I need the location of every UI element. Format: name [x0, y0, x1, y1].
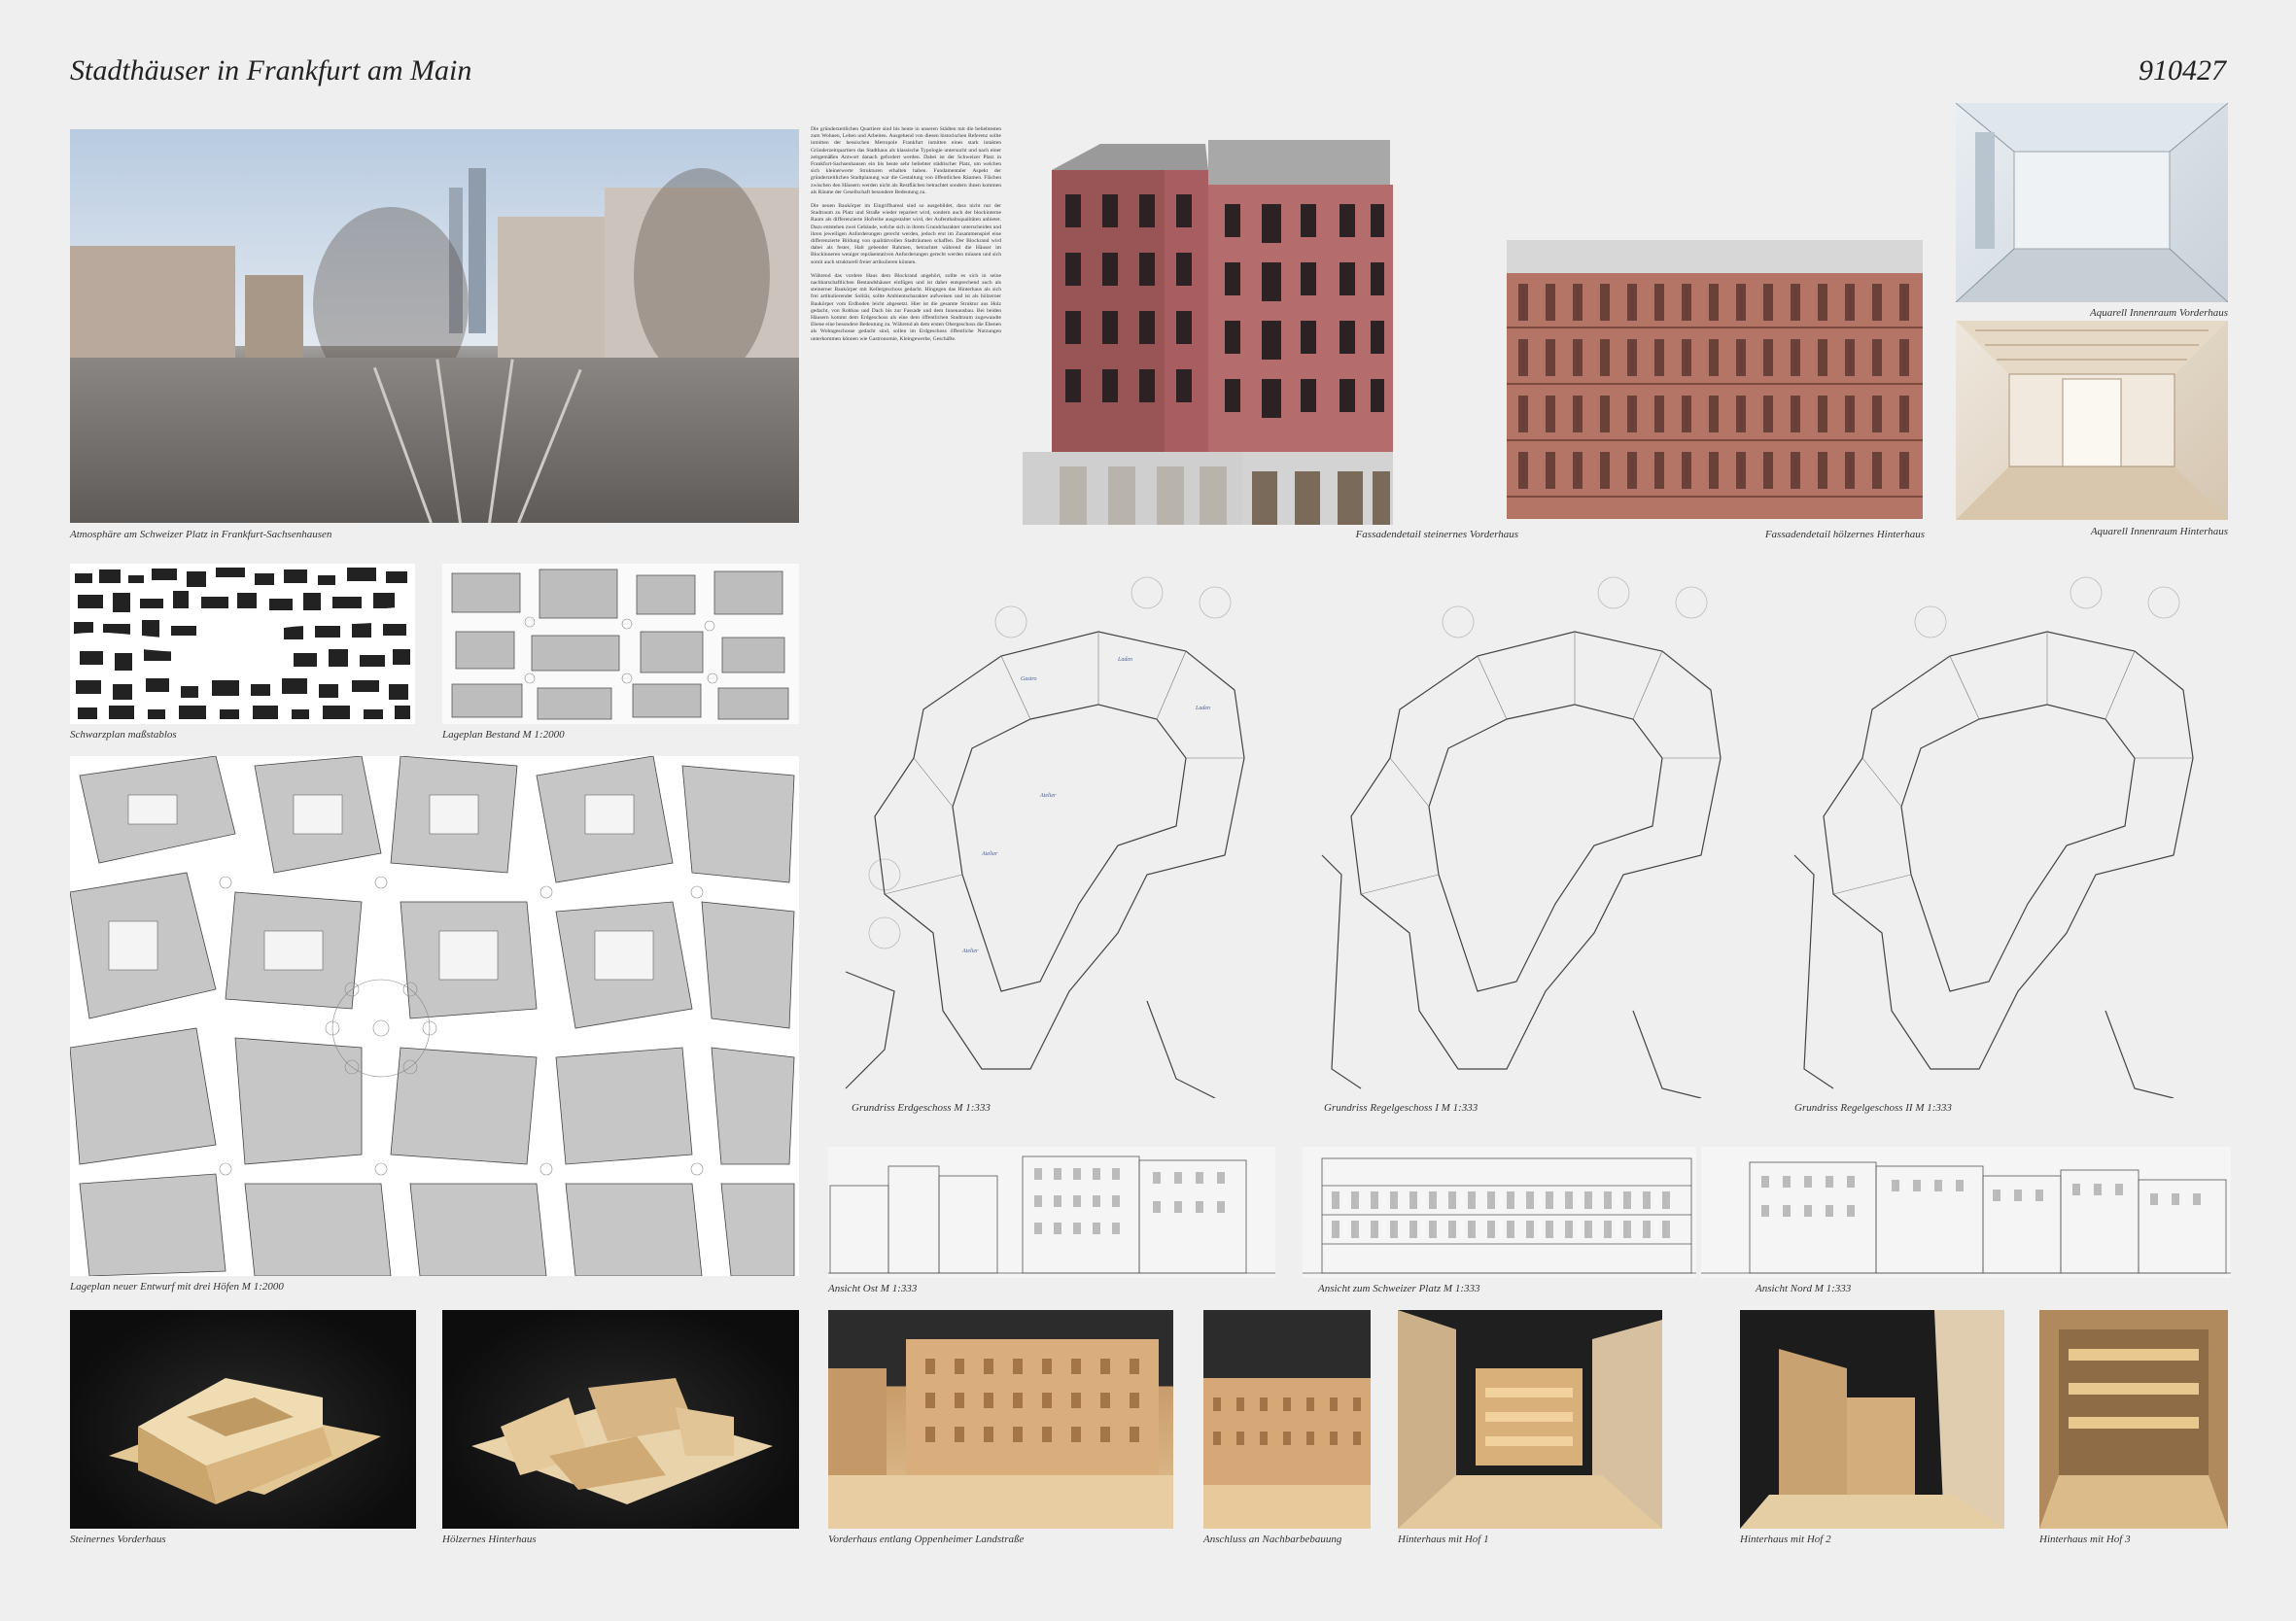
caption-model-yard1: Hinterhaus mit Hof 1 — [1398, 1534, 1489, 1545]
text-paragraph: Die neuen Baukörper im Eingriffsareal si… — [811, 203, 1001, 265]
street-photo — [70, 129, 799, 523]
text-block: Die gründerzeitlichen Quartiere sind bis… — [811, 126, 1001, 535]
poster-title: Stadthäuser in Frankfurt am Main — [70, 54, 472, 86]
grundriss-rg2-plan — [1775, 564, 2242, 1098]
caption-ansicht-platz: Ansicht zum Schweizer Platz M 1:333 — [1318, 1283, 1480, 1294]
caption-aquarelle-rear: Aquarell Innenraum Hinterhaus — [2090, 526, 2228, 537]
model-yard3-photo — [2039, 1310, 2228, 1529]
caption-aquarelle-front: Aquarell Innenraum Vorderhaus — [2090, 307, 2228, 319]
model-street-photo — [828, 1310, 1173, 1529]
facade-stone-drawing — [1019, 126, 1480, 525]
caption-model-yard3: Hinterhaus mit Hof 3 — [2039, 1534, 2131, 1545]
model-yard1-photo — [1398, 1310, 1662, 1529]
caption-ansicht-nord: Ansicht Nord M 1:333 — [1756, 1283, 1852, 1294]
caption-model-wood: Hölzernes Hinterhaus — [442, 1534, 537, 1545]
lageplan-neu-map — [70, 756, 799, 1276]
svg-text:Atelier: Atelier — [1039, 793, 1057, 799]
model-neighbor-photo — [1203, 1310, 1371, 1529]
caption-grundriss-eg: Grundriss Erdgeschoss M 1:333 — [852, 1102, 991, 1114]
svg-text:Laden: Laden — [1117, 657, 1132, 663]
svg-text:Atelier: Atelier — [981, 851, 998, 857]
svg-text:Laden: Laden — [1195, 706, 1210, 711]
model-yard2-photo — [1740, 1310, 2004, 1529]
caption-lageplan-neu: Lageplan neuer Entwurf mit drei Höfen M … — [70, 1281, 284, 1293]
caption-model-street: Vorderhaus entlang Oppenheimer Landstraß… — [828, 1534, 1025, 1545]
caption-lageplan-bestand: Lageplan Bestand M 1:2000 — [442, 729, 565, 741]
text-paragraph: Während das vordere Haus dem Blockrand a… — [811, 272, 1001, 342]
svg-text:Atelier: Atelier — [961, 948, 979, 954]
caption-model-stone: Steinernes Vorderhaus — [70, 1534, 166, 1545]
model-stone-photo — [70, 1310, 416, 1529]
ansicht-nord-elevation — [1701, 1147, 2231, 1278]
grundriss-rg1-plan — [1303, 564, 1769, 1098]
ansicht-platz-elevation — [1303, 1147, 1696, 1278]
text-paragraph: Die gründerzeitlichen Quartiere sind bis… — [811, 126, 1001, 195]
caption-street-photo: Atmosphäre am Schweizer Platz in Frankfu… — [70, 529, 332, 540]
ansicht-ost-elevation — [828, 1147, 1275, 1278]
caption-model-yard2: Hinterhaus mit Hof 2 — [1740, 1534, 1831, 1545]
caption-grundriss-rg2: Grundriss Regelgeschoss II M 1:333 — [1794, 1102, 1952, 1114]
caption-ansicht-ost: Ansicht Ost M 1:333 — [828, 1283, 918, 1294]
aquarelle-front-image — [1956, 103, 2228, 302]
project-code: 910427 — [2139, 54, 2226, 86]
facade-wood-drawing — [1507, 240, 1923, 519]
caption-model-neighbor: Anschluss an Nachbarbebauung — [1203, 1534, 1342, 1545]
poster: Stadthäuser in Frankfurt am Main 910427 … — [0, 0, 2296, 1621]
caption-schwarzplan: Schwarzplan maßstablos — [70, 729, 177, 741]
aquarelle-rear-image — [1956, 321, 2228, 520]
caption-facade-stone: Fassadendetail steinernes Vorderhaus — [1355, 529, 1518, 540]
model-wood-photo — [442, 1310, 799, 1529]
caption-facade-wood: Fassadendetail hölzernes Hinterhaus — [1764, 529, 1925, 540]
lageplan-bestand-map — [442, 564, 799, 724]
grundriss-eg-plan: Gastro Laden Laden Atelier Atelier Atelier — [826, 564, 1293, 1098]
schwarzplan-map — [70, 564, 415, 724]
svg-text:Gastro: Gastro — [1021, 676, 1036, 682]
caption-grundriss-rg1: Grundriss Regelgeschoss I M 1:333 — [1324, 1102, 1478, 1114]
